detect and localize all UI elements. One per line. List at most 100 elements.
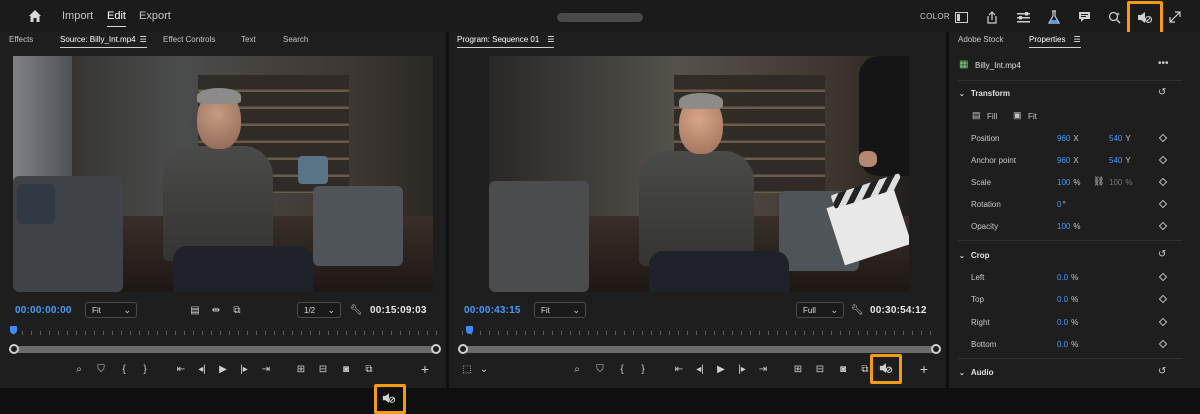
scroll-handle-left[interactable] xyxy=(9,344,19,354)
source-time-ruler[interactable] xyxy=(13,327,437,335)
program-playhead[interactable] xyxy=(466,326,473,334)
search-sparkle-icon[interactable] xyxy=(1105,8,1123,26)
insert-clip-icon[interactable]: ⊞ xyxy=(293,364,309,376)
link-icon[interactable]: ⛓ xyxy=(1093,176,1104,187)
crop-bottom-value[interactable]: 0.0% xyxy=(1057,340,1078,349)
program-zoom-dropdown[interactable]: Fit ⌄ xyxy=(534,302,586,318)
go-to-in-icon[interactable]: ⇤ xyxy=(671,364,687,376)
safe-margins-icon[interactable]: ⬚ xyxy=(459,364,475,376)
program-timecode[interactable]: 00:00:43:15 xyxy=(464,305,521,316)
menu-export[interactable]: Export xyxy=(139,10,171,22)
opacity-value[interactable]: 100% xyxy=(1057,222,1080,231)
step-back-icon[interactable]: ◂| xyxy=(692,364,708,376)
go-to-in-icon[interactable]: ⇤ xyxy=(173,364,189,376)
tab-menu-icon[interactable]: ☰ xyxy=(140,35,147,44)
multicam-icon[interactable]: ⧉ xyxy=(361,364,377,376)
scroll-handle-left[interactable] xyxy=(458,344,468,354)
mark-out-icon[interactable]: } xyxy=(635,364,651,376)
source-resolution-dropdown[interactable]: 1/2 ⌄ xyxy=(297,302,341,318)
mark-in-icon[interactable]: { xyxy=(614,364,630,376)
lift-icon[interactable]: ⊞ xyxy=(790,364,806,376)
fill-icon[interactable]: ▤ xyxy=(972,110,981,121)
insert-icon[interactable]: ▤ xyxy=(187,305,203,317)
fit-icon[interactable]: ▣ xyxy=(1013,110,1022,121)
comment-icon[interactable] xyxy=(1075,8,1093,26)
scroll-handle-right[interactable] xyxy=(931,344,941,354)
source-timecode[interactable]: 00:00:00:00 xyxy=(15,305,72,316)
wrench-icon[interactable]: 🔧︎ xyxy=(849,305,865,317)
audio-mute-icon[interactable] xyxy=(878,362,894,378)
tab-menu-icon[interactable]: ☰ xyxy=(547,35,554,44)
section-crop[interactable]: ⌄ Crop xyxy=(959,251,990,260)
tab-menu-icon[interactable]: ☰ xyxy=(1073,35,1080,44)
extract-icon[interactable]: ⊟ xyxy=(812,364,828,376)
play-icon[interactable]: ▶ xyxy=(215,364,231,376)
play-icon[interactable]: ▶ xyxy=(713,364,729,376)
share-icon[interactable] xyxy=(983,8,1001,26)
camera-icon[interactable]: ◙ xyxy=(835,364,851,376)
more-options-icon[interactable]: ••• xyxy=(1158,58,1169,69)
chevron-down-icon[interactable]: ⌄ xyxy=(476,364,492,376)
go-to-out-icon[interactable]: ⇥ xyxy=(755,364,771,376)
add-button-icon[interactable]: + xyxy=(916,362,932,376)
reset-icon[interactable]: ↺ xyxy=(1158,249,1166,260)
fill-label[interactable]: Fill xyxy=(987,112,997,121)
position-x[interactable]: 960 X xyxy=(1057,134,1079,143)
color-panel-icon[interactable] xyxy=(952,8,970,26)
flask-icon[interactable] xyxy=(1045,8,1063,26)
tab-search[interactable]: Search xyxy=(283,35,308,44)
source-zoom-dropdown[interactable]: Fit ⌄ xyxy=(85,302,137,318)
crop-top-value[interactable]: 0.0% xyxy=(1057,295,1078,304)
add-button-icon[interactable]: + xyxy=(417,362,433,376)
add-marker-search-icon[interactable]: ⌕ xyxy=(569,364,585,376)
marker-icon[interactable]: ⛉ xyxy=(592,364,608,376)
tab-program[interactable]: Program: Sequence 01 ☰ xyxy=(457,35,555,48)
section-audio[interactable]: ⌄ Audio xyxy=(959,368,994,377)
crop-right-value[interactable]: 0.0% xyxy=(1057,318,1078,327)
overwrite-clip-icon[interactable]: ⊟ xyxy=(315,364,331,376)
marker-icon[interactable]: ⛉ xyxy=(93,364,109,376)
program-zoom-scrollbar[interactable] xyxy=(458,344,941,354)
fit-label[interactable]: Fit xyxy=(1028,112,1037,121)
list-icon[interactable] xyxy=(1014,8,1032,26)
go-to-out-icon[interactable]: ⇥ xyxy=(258,364,274,376)
tab-adobe-stock[interactable]: Adobe Stock xyxy=(958,35,1003,44)
drag-video-icon[interactable]: ⇹ xyxy=(208,305,224,317)
search-bar[interactable] xyxy=(557,13,643,22)
tab-source[interactable]: Source: Billy_Int.mp4 ☰ xyxy=(60,35,147,48)
mark-out-icon[interactable]: } xyxy=(137,364,153,376)
crop-left-value[interactable]: 0.0% xyxy=(1057,273,1078,282)
mark-in-icon[interactable]: { xyxy=(116,364,132,376)
rotation-value[interactable]: 0° xyxy=(1057,200,1066,209)
scale-width[interactable]: 100% xyxy=(1057,178,1080,187)
step-forward-icon[interactable]: |▸ xyxy=(236,364,252,376)
reset-icon[interactable]: ↺ xyxy=(1158,366,1166,377)
position-y[interactable]: 540 Y xyxy=(1109,134,1131,143)
export-frame-icon[interactable]: ⧉ xyxy=(229,305,245,317)
step-forward-icon[interactable]: |▸ xyxy=(734,364,750,376)
program-time-ruler[interactable] xyxy=(462,327,937,335)
anchor-y[interactable]: 540 Y xyxy=(1109,156,1131,165)
scroll-handle-right[interactable] xyxy=(431,344,441,354)
fullscreen-icon[interactable] xyxy=(1166,8,1184,26)
tab-effect-controls[interactable]: Effect Controls xyxy=(163,35,215,44)
tab-effects[interactable]: Effects xyxy=(9,35,33,44)
reset-icon[interactable]: ↺ xyxy=(1158,87,1166,98)
source-playhead[interactable] xyxy=(10,326,17,334)
anchor-x[interactable]: 960 X xyxy=(1057,156,1079,165)
add-marker-search-icon[interactable]: ⌕ xyxy=(71,364,87,376)
step-back-icon[interactable]: ◂| xyxy=(194,364,210,376)
camera-icon[interactable]: ◙ xyxy=(338,364,354,376)
tab-text[interactable]: Text xyxy=(241,35,256,44)
tab-properties[interactable]: Properties ☰ xyxy=(1029,35,1081,48)
source-video-frame[interactable] xyxy=(13,56,433,292)
audio-mute-icon[interactable] xyxy=(381,392,397,408)
program-video-frame[interactable] xyxy=(489,56,909,292)
menu-import[interactable]: Import xyxy=(62,10,93,22)
program-resolution-dropdown[interactable]: Full ⌄ xyxy=(796,302,844,318)
source-zoom-scrollbar[interactable] xyxy=(9,344,441,354)
color-workspace-label[interactable]: COLOR xyxy=(920,12,950,21)
menu-edit[interactable]: Edit xyxy=(107,10,126,27)
wrench-icon[interactable]: 🔧︎ xyxy=(348,305,364,317)
section-transform[interactable]: ⌄ Transform xyxy=(959,89,1010,98)
